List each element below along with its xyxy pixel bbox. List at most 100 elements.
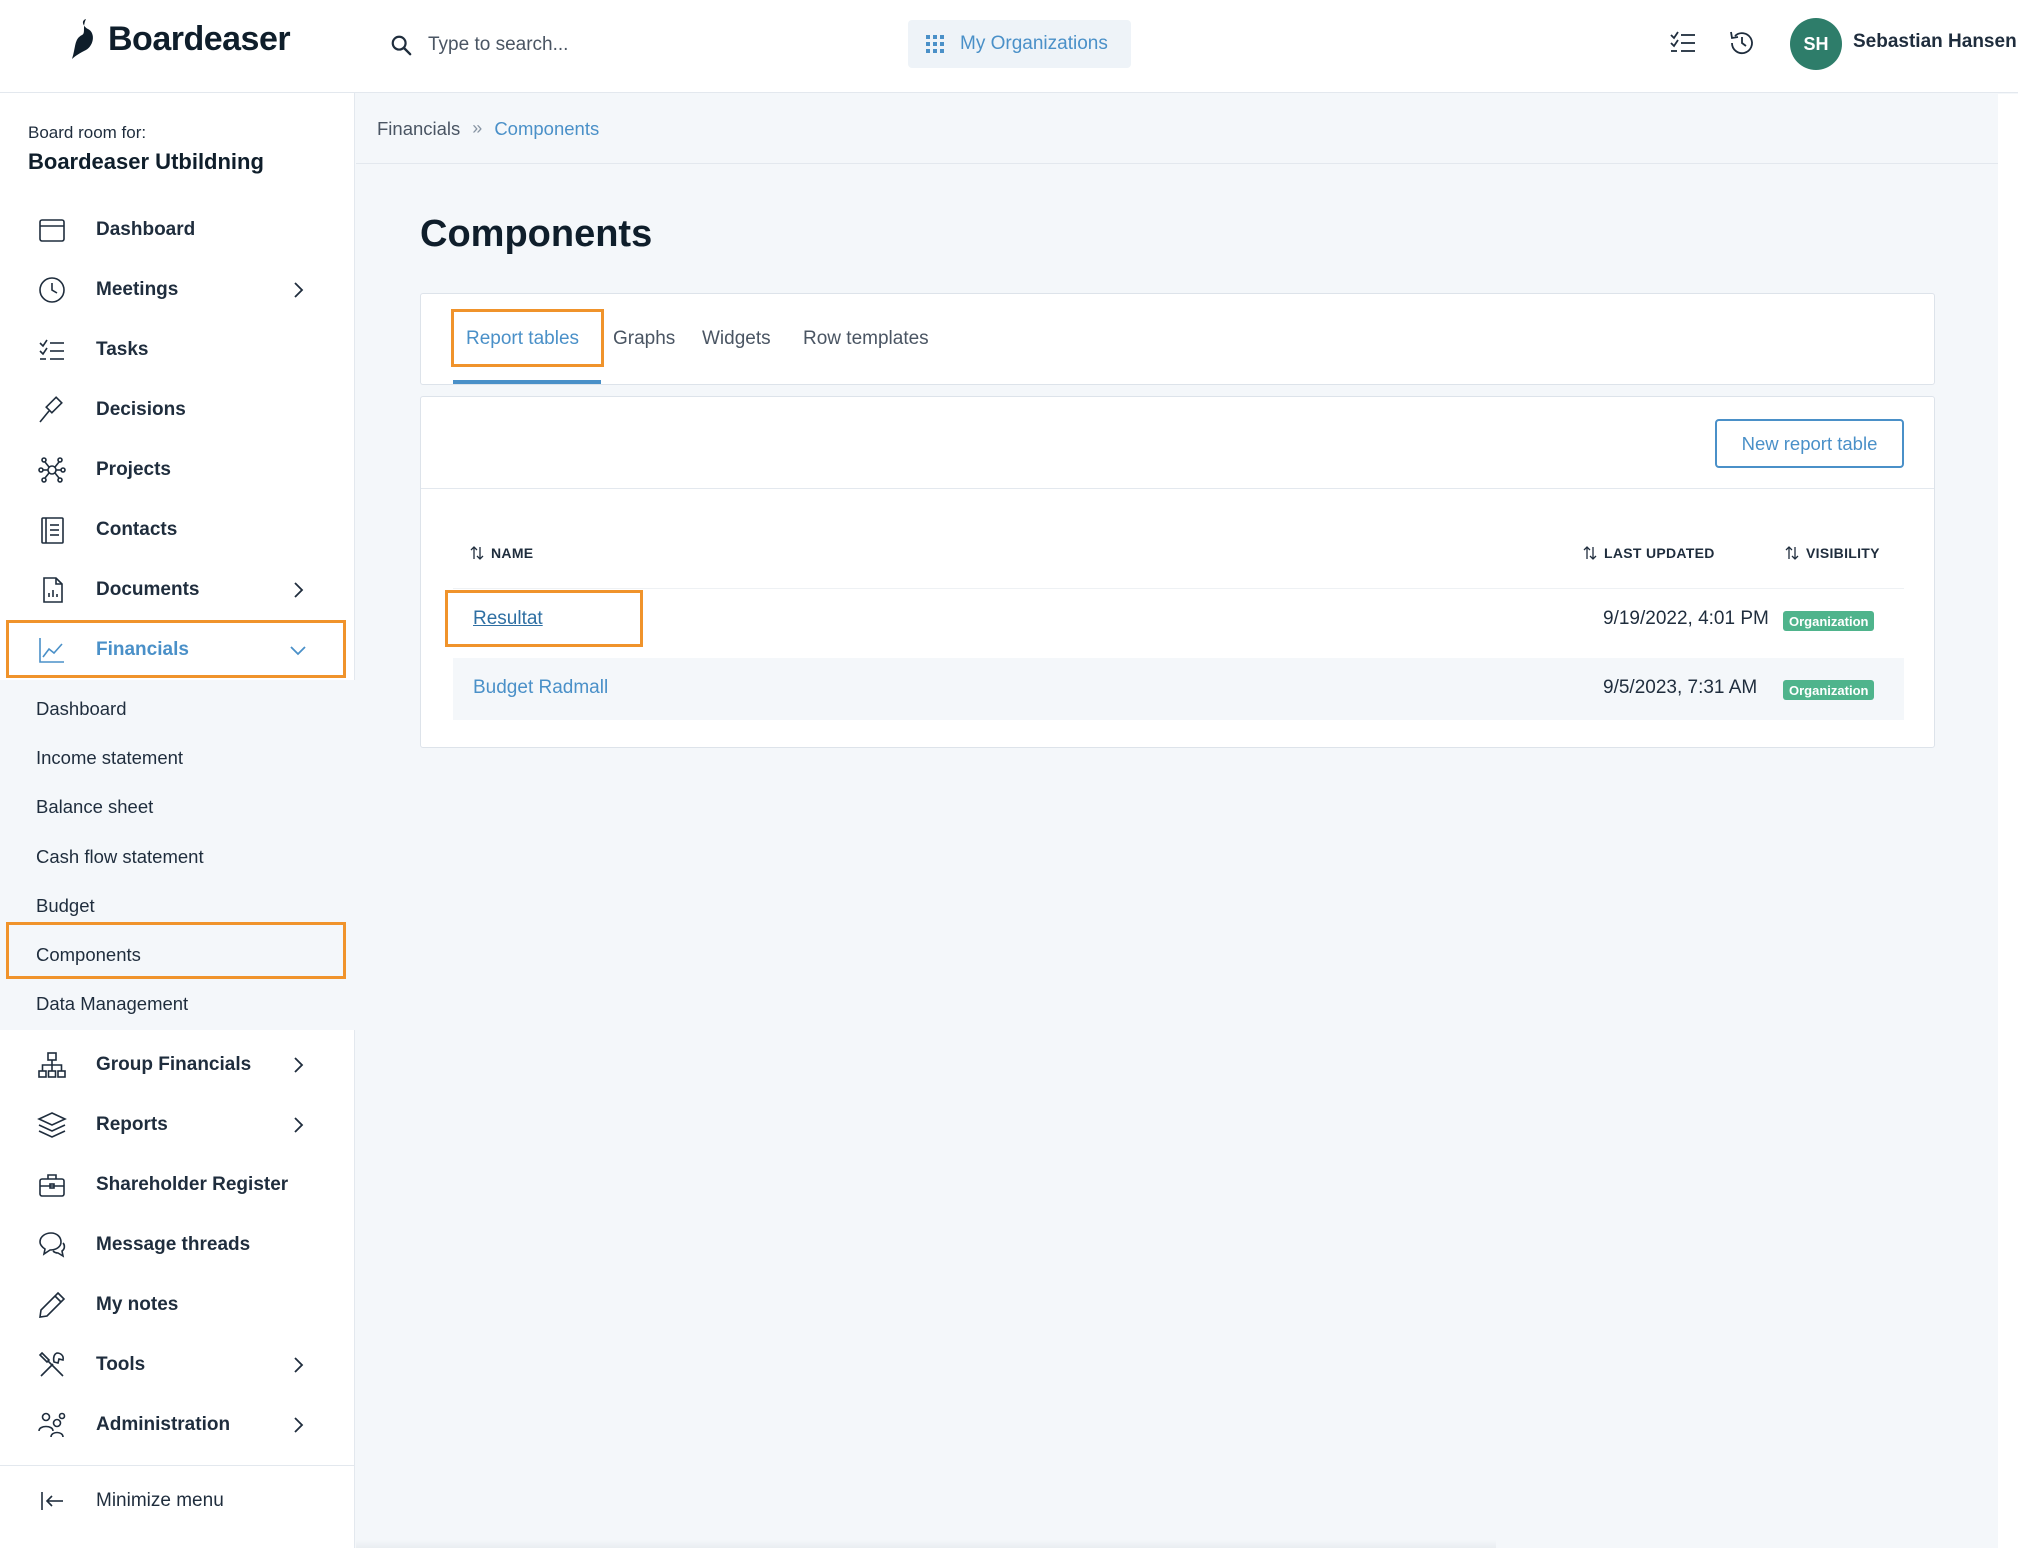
chevron-right-icon: [294, 582, 304, 598]
column-header-label: NAME: [491, 545, 534, 561]
logo-icon: [72, 19, 93, 59]
submenu-item-budget[interactable]: Budget: [36, 895, 95, 917]
sidebar-item-tools[interactable]: Tools: [0, 1336, 355, 1394]
sidebar-item-label: Dashboard: [96, 219, 196, 240]
sidebar: Board room for: Boardeaser Utbildning Da…: [0, 93, 355, 1548]
minimize-menu-button[interactable]: Minimize menu: [0, 1467, 355, 1535]
last-updated-cell: 9/5/2023, 7:31 AM: [1603, 677, 1758, 698]
history-icon[interactable]: [1727, 28, 1757, 58]
user-name[interactable]: Sebastian Hansen: [1853, 31, 2017, 53]
chevron-right-icon: [294, 1117, 304, 1133]
tab-row-templates[interactable]: Row templates: [803, 328, 929, 350]
table-toolbar: New report table: [421, 397, 1934, 489]
sidebar-divider: [0, 1465, 355, 1466]
sidebar-item-label: Tasks: [96, 339, 149, 360]
sidebar-item-label: Shareholder Register: [96, 1174, 289, 1195]
layers-icon: [36, 1109, 68, 1141]
search-input[interactable]: [428, 34, 788, 56]
sidebar-item-label: Contacts: [96, 519, 178, 540]
chart-icon: [36, 634, 68, 666]
sidebar-item-dashboard[interactable]: Dashboard: [0, 201, 355, 259]
bottom-shadow: [356, 1540, 1496, 1548]
sidebar-item-financials[interactable]: Financials: [0, 621, 355, 679]
tab-report-tables[interactable]: Report tables: [466, 328, 579, 350]
report-name-link[interactable]: Budget Radmall: [473, 677, 608, 699]
briefcase-icon: [36, 1169, 68, 1201]
right-edge: [1998, 94, 2018, 1548]
financials-submenu: Dashboard Income statement Balance sheet…: [0, 680, 355, 1030]
visibility-badge: Organization: [1783, 611, 1875, 631]
collapse-left-icon: [36, 1485, 68, 1517]
breadcrumb-financials[interactable]: Financials: [377, 118, 460, 140]
checklist-icon: [36, 334, 68, 366]
submenu-item-cash-flow-statement[interactable]: Cash flow statement: [36, 846, 204, 868]
column-header-last-updated[interactable]: LAST UPDATED: [1582, 545, 1715, 561]
sidebar-item-label: Meetings: [96, 279, 179, 300]
my-organizations-button[interactable]: My Organizations: [908, 20, 1131, 68]
sidebar-item-tasks[interactable]: Tasks: [0, 321, 355, 379]
sidebar-item-label: Documents: [96, 579, 200, 600]
sidebar-item-projects[interactable]: Projects: [0, 441, 355, 499]
submenu-item-components[interactable]: Components: [36, 944, 141, 966]
submenu-item-data-management[interactable]: Data Management: [36, 993, 188, 1015]
logo[interactable]: Boardeaser: [70, 16, 291, 62]
sort-icon: [1785, 546, 1799, 560]
breadcrumb-separator: »: [472, 118, 483, 138]
board-room-label: Board room for:: [28, 123, 147, 142]
breadcrumb-components: Components: [494, 117, 600, 139]
search-box[interactable]: [390, 26, 788, 64]
clock-icon: [36, 274, 68, 306]
chevron-right-icon: [294, 1357, 304, 1373]
sidebar-item-label: Decisions: [96, 399, 186, 420]
document-icon: [36, 574, 68, 606]
sidebar-item-meetings[interactable]: Meetings: [0, 261, 355, 319]
column-header-visibility[interactable]: VISIBILITY: [1784, 545, 1880, 561]
chevron-right-icon: [294, 282, 304, 298]
sidebar-item-label: Projects: [96, 459, 171, 480]
column-header-label: LAST UPDATED: [1604, 545, 1715, 561]
calendar-icon: [36, 214, 68, 246]
submenu-item-dashboard[interactable]: Dashboard: [36, 698, 127, 720]
sidebar-item-label: Administration: [96, 1414, 231, 1435]
sidebar-item-label: Reports: [96, 1114, 168, 1135]
submenu-item-income-statement[interactable]: Income statement: [36, 747, 183, 769]
table-row[interactable]: Budget Radmall 9/5/2023, 7:31 AM Organiz…: [453, 658, 1904, 720]
people-icon: [36, 1409, 68, 1441]
sidebar-item-label: Financials: [96, 639, 189, 660]
sidebar-item-contacts[interactable]: Contacts: [0, 501, 355, 559]
submenu-item-balance-sheet[interactable]: Balance sheet: [36, 796, 153, 818]
chevron-right-icon: [294, 1417, 304, 1433]
sidebar-item-message-threads[interactable]: Message threads: [0, 1216, 355, 1274]
sidebar-item-reports[interactable]: Reports: [0, 1096, 355, 1154]
search-icon: [391, 35, 412, 56]
sidebar-item-decisions[interactable]: Decisions: [0, 381, 355, 439]
sort-icon: [470, 546, 484, 560]
sidebar-item-administration[interactable]: Administration: [0, 1396, 355, 1454]
new-report-table-button[interactable]: New report table: [1715, 419, 1904, 468]
avatar[interactable]: SH: [1790, 18, 1842, 70]
page-title: Components: [420, 213, 653, 255]
tab-widgets[interactable]: Widgets: [702, 328, 771, 350]
sidebar-item-group-financials[interactable]: Group Financials: [0, 1036, 355, 1094]
visibility-badge: Organization: [1783, 680, 1875, 700]
sidebar-item-documents[interactable]: Documents: [0, 561, 355, 619]
column-header-name[interactable]: NAME: [469, 545, 533, 561]
gavel-icon: [36, 394, 68, 426]
column-header-label: VISIBILITY: [1806, 545, 1880, 561]
tab-graphs[interactable]: Graphs: [613, 328, 675, 350]
sidebar-item-label: Message threads: [96, 1234, 251, 1255]
sidebar-item-my-notes[interactable]: My notes: [0, 1276, 355, 1334]
tasks-checklist-icon[interactable]: [1668, 28, 1698, 58]
chat-icon: [36, 1229, 68, 1261]
sidebar-item-label: Group Financials: [96, 1054, 252, 1075]
table-row[interactable]: Resultat 9/19/2022, 4:01 PM Organization: [453, 588, 1904, 650]
hierarchy-icon: [36, 1049, 68, 1081]
chevron-down-icon: [290, 646, 306, 656]
pencil-icon: [36, 1289, 68, 1321]
sidebar-item-shareholder-register[interactable]: Shareholder Register: [0, 1156, 355, 1214]
active-tab-indicator: [453, 380, 601, 384]
tabs-card: Report tables Graphs Widgets Row templat…: [420, 293, 1935, 385]
sort-icon: [1583, 546, 1597, 560]
breadcrumb: Financials » Components: [356, 94, 1998, 164]
report-name-link[interactable]: Resultat: [473, 608, 543, 630]
